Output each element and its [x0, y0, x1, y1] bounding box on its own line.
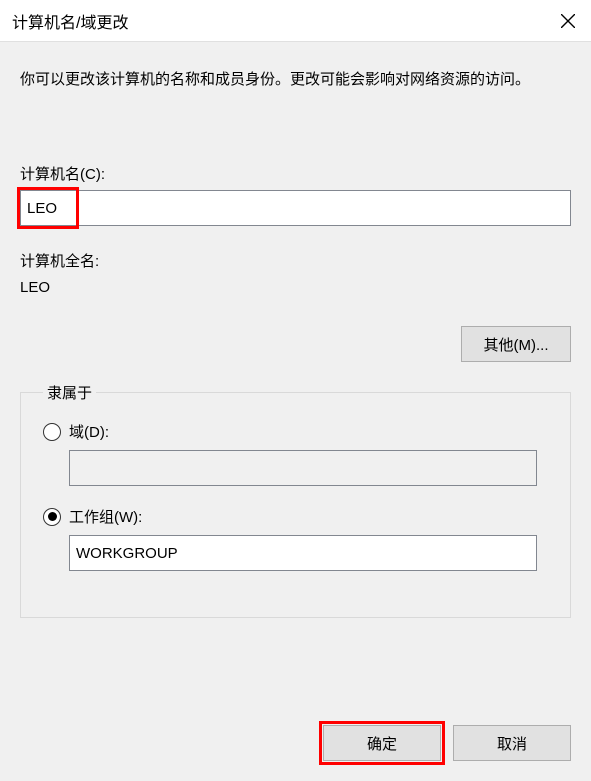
- full-name-label: 计算机全名:: [20, 250, 571, 271]
- computer-name-input-wrap: [20, 190, 571, 226]
- more-button[interactable]: 其他(M)...: [461, 326, 571, 362]
- workgroup-radio-label: 工作组(W):: [69, 506, 142, 527]
- close-icon: [561, 14, 575, 28]
- description-text: 你可以更改该计算机的名称和成员身份。更改可能会影响对网络资源的访问。: [20, 66, 571, 93]
- dialog-title: 计算机名/域更改: [12, 9, 128, 33]
- full-name-value: LEO: [20, 279, 571, 296]
- membership-legend: 隶属于: [43, 382, 96, 403]
- workgroup-radio[interactable]: [43, 508, 61, 526]
- ok-button[interactable]: 确定: [323, 725, 441, 761]
- computer-name-input[interactable]: [20, 190, 571, 226]
- domain-radio-label: 域(D):: [69, 421, 109, 442]
- domain-radio-row[interactable]: 域(D):: [43, 421, 548, 442]
- workgroup-input[interactable]: [69, 535, 537, 571]
- domain-input: [69, 450, 537, 486]
- cancel-button[interactable]: 取消: [453, 725, 571, 761]
- close-button[interactable]: [545, 0, 591, 42]
- membership-group: 隶属于 域(D): 工作组(W):: [20, 382, 571, 618]
- titlebar: 计算机名/域更改: [0, 0, 591, 42]
- dialog-footer: 确定 取消: [323, 725, 571, 761]
- computer-name-label: 计算机名(C):: [20, 163, 571, 184]
- dialog-body: 你可以更改该计算机的名称和成员身份。更改可能会影响对网络资源的访问。 计算机名(…: [0, 42, 591, 781]
- domain-radio[interactable]: [43, 423, 61, 441]
- workgroup-radio-row[interactable]: 工作组(W):: [43, 506, 548, 527]
